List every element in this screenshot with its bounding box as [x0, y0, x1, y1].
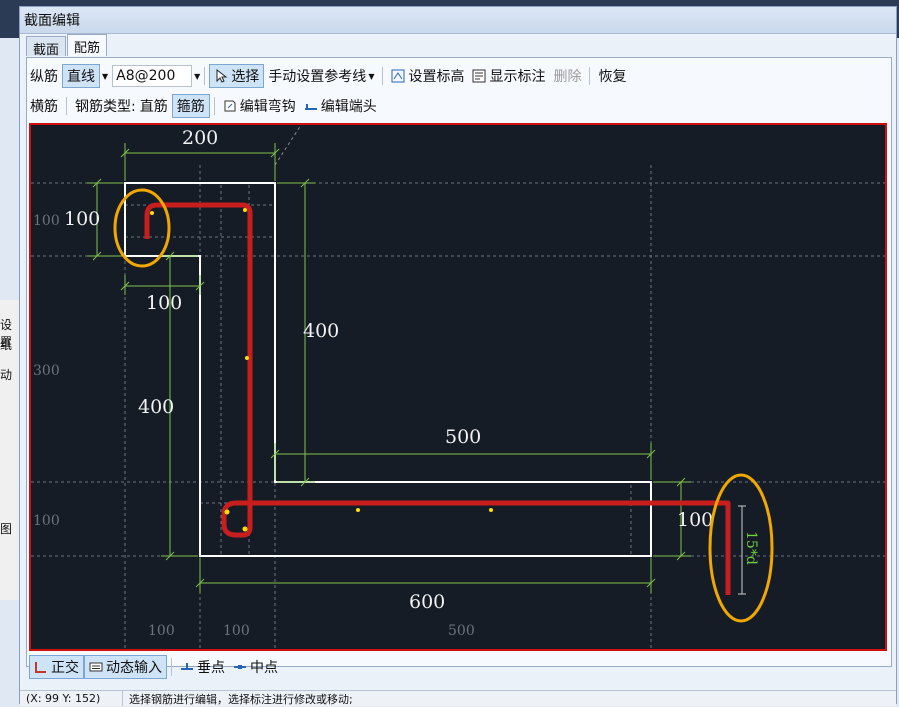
- midpoint-snap-button[interactable]: 中点: [229, 655, 282, 679]
- restore-button[interactable]: 恢复: [594, 64, 630, 88]
- dialog-titlebar[interactable]: 截面编辑: [20, 7, 896, 34]
- ghost-labels: 100 300 100 100 100 500: [33, 213, 475, 639]
- tab-section[interactable]: 截面: [26, 36, 67, 58]
- dim-label-right-height: 400: [303, 320, 339, 342]
- edit-hook-label: 编辑弯钩: [239, 99, 296, 115]
- highlight-ellipse-end-anchor: [708, 473, 774, 623]
- tab-reinforcement[interactable]: 配筋: [67, 34, 108, 56]
- separator: [66, 97, 67, 115]
- manual-ref-line-button[interactable]: 手动设置参考线 ▼: [264, 64, 378, 88]
- dimension-lines: [87, 143, 691, 593]
- ortho-icon: [34, 660, 48, 674]
- dim-label-bottom: 600: [409, 591, 445, 613]
- set-elevation-label: 设置标高: [408, 69, 465, 85]
- manual-ref-line-label: 手动设置参考线: [268, 69, 367, 85]
- section-edit-dialog: 截面编辑 截面 配筋 纵筋 直线 ▼ A8@200 ▼ 选择 手动设置参考线 ▼: [19, 6, 897, 706]
- edit-end-label: 编辑端头: [320, 99, 377, 115]
- dim-label-upper-right: 500: [445, 426, 481, 448]
- cursor-arrow-icon: [214, 68, 228, 83]
- dim-label-inner-width: 100: [146, 292, 182, 314]
- toolbar-longitudinal: 纵筋 直线 ▼ A8@200 ▼ 选择 手动设置参考线 ▼ 设置标高 显示标注 …: [26, 63, 630, 89]
- dim-label-top-width: 200: [182, 127, 218, 149]
- separator: [204, 67, 206, 85]
- dim-label-left-long: 400: [138, 396, 174, 418]
- ghost-label: 300: [33, 363, 60, 379]
- straight-bar-button[interactable]: 直筋: [138, 94, 172, 118]
- dynamic-input-button[interactable]: 动态输入: [84, 655, 167, 679]
- straight-line-button[interactable]: 直线: [62, 64, 100, 88]
- hook-icon: [223, 99, 237, 113]
- ghost-label: 100: [148, 623, 175, 639]
- highlight-ellipse-start-hook: [113, 188, 171, 268]
- ghost-label: 500: [448, 623, 475, 639]
- chevron-down-icon[interactable]: ▼: [102, 72, 108, 81]
- edit-end-button[interactable]: 编辑端头: [300, 94, 381, 118]
- anchor-length-label: 15*d: [743, 531, 759, 565]
- label-icon: [472, 69, 486, 83]
- dim-label-left-height: 100: [64, 208, 100, 230]
- left-strip-text: 纸: [0, 338, 13, 352]
- perpendicular-snap-button[interactable]: 垂点: [176, 655, 229, 679]
- perpendicular-icon: [180, 660, 194, 674]
- dim-label-end-height: 100: [677, 509, 713, 531]
- toolbar-transverse: 横筋 钢筋类型: 直筋 箍筋 编辑弯钩 编辑端头: [26, 93, 381, 119]
- separator: [213, 97, 215, 115]
- drawing-canvas[interactable]: 100 300 100 100 100 500 200 100 100 400 …: [29, 123, 887, 651]
- rebar-spec-value: A8@200: [116, 68, 176, 84]
- rebar-drawing[interactable]: 100 300 100 100 100 500 200 100 100 400 …: [31, 125, 887, 651]
- midpoint-label: 中点: [250, 660, 278, 676]
- end-head-icon: [304, 99, 318, 113]
- dimension-ticks: [92, 148, 686, 588]
- section-outline: [124, 182, 652, 557]
- chevron-down-icon[interactable]: ▼: [194, 72, 200, 81]
- select-button[interactable]: 选择: [209, 64, 265, 88]
- ghost-label: 100: [33, 213, 60, 229]
- select-label: 选择: [231, 69, 260, 85]
- stirrup-button[interactable]: 箍筋: [171, 94, 210, 118]
- ortho-button[interactable]: 正交: [29, 655, 84, 679]
- show-label-text: 显示标注: [489, 69, 546, 85]
- perpendicular-label: 垂点: [197, 660, 225, 676]
- delete-button[interactable]: 删除: [549, 64, 585, 88]
- separator: [171, 658, 172, 676]
- rebar-spec-combo[interactable]: A8@200: [112, 65, 193, 87]
- rebar-type-label: 钢筋类型:: [75, 99, 136, 115]
- transverse-label: 横筋: [30, 99, 58, 115]
- chevron-down-icon: ▼: [368, 71, 375, 81]
- ortho-label: 正交: [51, 660, 79, 676]
- dialog-title: 截面编辑: [24, 13, 80, 29]
- set-elevation-button[interactable]: 设置标高: [387, 64, 468, 88]
- keyboard-icon: [89, 660, 103, 674]
- edit-hook-button[interactable]: 编辑弯钩: [219, 94, 300, 118]
- show-label-button[interactable]: 显示标注: [468, 64, 549, 88]
- snap-toolbar: 正交 动态输入 垂点 中点: [29, 654, 282, 680]
- separator: [589, 67, 591, 85]
- tab-bar: 截面 配筋: [26, 34, 108, 58]
- midpoint-icon: [233, 660, 247, 674]
- dynamic-input-label: 动态输入: [106, 660, 162, 676]
- ghost-label: 100: [33, 513, 60, 529]
- anchor-dimension[interactable]: 15*d: [738, 505, 759, 595]
- left-strip-text: 图: [0, 522, 13, 536]
- left-strip-text: 动: [0, 368, 13, 382]
- ghost-label: 100: [223, 623, 250, 639]
- elevation-icon: [391, 69, 405, 83]
- separator: [382, 67, 384, 85]
- ref-diagonal: [274, 125, 302, 166]
- longitudinal-label: 纵筋: [30, 69, 58, 85]
